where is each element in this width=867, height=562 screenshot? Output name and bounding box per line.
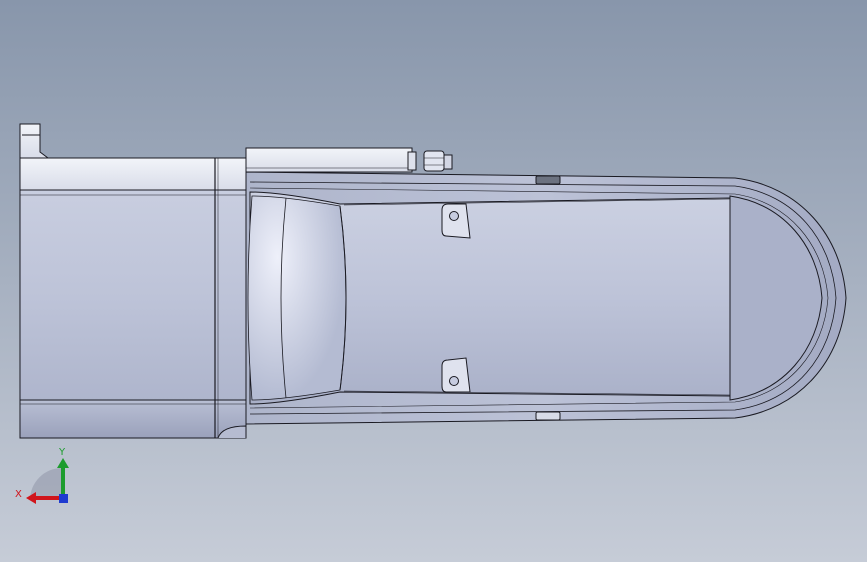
model-canvas[interactable]: Y X bbox=[0, 0, 867, 562]
cover-highlight bbox=[247, 195, 347, 401]
housing-block bbox=[19, 157, 247, 439]
top-tab bbox=[19, 123, 50, 159]
base-housing bbox=[19, 123, 247, 439]
top-connector-block bbox=[245, 147, 453, 173]
arm-cover bbox=[247, 191, 731, 405]
triad-y-arrow bbox=[57, 458, 69, 468]
connector-fitting bbox=[423, 150, 445, 172]
mount-lug-bottom bbox=[441, 357, 471, 393]
triad-z-axis bbox=[59, 494, 68, 503]
top-slot bbox=[535, 175, 561, 185]
triad-y-label: Y bbox=[58, 447, 66, 458]
coordinate-triad: Y X bbox=[15, 447, 69, 504]
triad-x-label: X bbox=[15, 489, 22, 500]
cad-viewport[interactable]: Y X bbox=[0, 0, 867, 562]
mount-lug-top bbox=[441, 203, 471, 239]
bottom-slot bbox=[535, 411, 561, 421]
